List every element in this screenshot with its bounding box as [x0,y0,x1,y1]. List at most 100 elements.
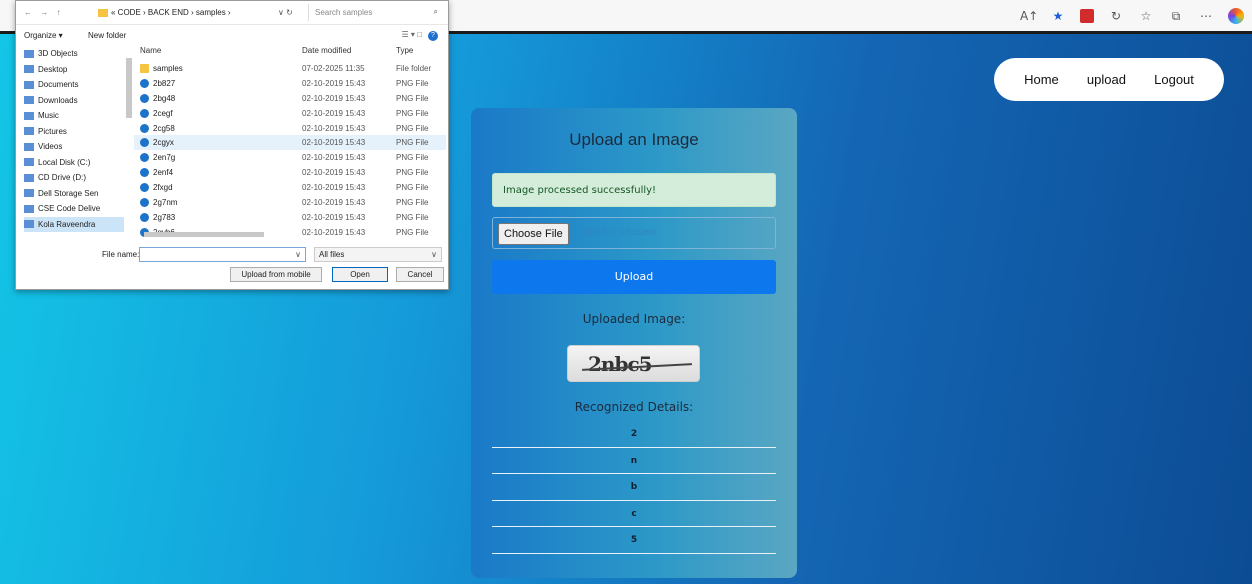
choose-file-button[interactable]: Choose File [498,223,569,245]
file-row[interactable]: 2g783 02-10-2019 15:43 PNG File [134,210,446,225]
file-row[interactable]: 2bg48 02-10-2019 15:43 PNG File [134,91,446,106]
upload-card: Upload an Image Image processed successf… [471,108,797,578]
view-icon[interactable]: ☰ ▾ □ [402,30,422,39]
nav-item-label: 3D Objects [38,49,78,59]
file-row[interactable]: 2b827 02-10-2019 15:43 PNG File [134,76,446,91]
file-row[interactable]: 2cg58 02-10-2019 15:43 PNG File [134,121,446,136]
image-file-icon [140,108,149,118]
file-type-cell: PNG File [396,183,429,193]
search-icon: ⌕ [433,7,438,16]
file-type-cell: PNG File [396,212,429,222]
file-row[interactable]: 2g7nm 02-10-2019 15:43 PNG File [134,195,446,210]
file-name-cell: 2fxgd [134,183,302,193]
file-name-cell: 2enf4 [134,168,302,178]
column-date-modified[interactable]: Date modified [302,46,396,61]
file-name-text: 2bg48 [153,93,176,103]
nav-item-label: Documents [38,80,79,90]
nav-item-cd-drive[interactable]: CD Drive (D:) [24,170,124,186]
organize-button[interactable]: Organize ▾ [24,31,63,40]
help-icon[interactable]: ? [428,31,438,41]
file-row[interactable]: 2cgyx 02-10-2019 15:43 PNG File [134,135,446,151]
file-date-cell: 02-10-2019 15:43 [302,168,366,178]
file-name-cell: 2g7nm [134,197,302,207]
nav-item-3d-objects[interactable]: 3D Objects [24,46,124,62]
file-name-label: File name: [102,250,140,259]
file-row[interactable]: samples 07-02-2025 11:35 File folder [134,61,446,76]
nav-item-cse-code[interactable]: CSE Code Delive [24,201,124,217]
file-type-filter[interactable]: All files ∨ [314,247,442,262]
nav-item-pictures[interactable]: Pictures [24,124,124,140]
column-name[interactable]: Name [134,46,302,61]
nav-item-videos[interactable]: Videos [24,139,124,155]
open-button[interactable]: Open [332,267,388,282]
collections-icon[interactable]: ⧉ [1168,9,1184,24]
file-name-input[interactable]: ∨ [139,247,306,262]
read-aloud-icon[interactable]: A↑ [1020,9,1038,23]
breadcrumb[interactable]: « CODE › BACK END › samples › [98,8,231,17]
nav-item-desktop[interactable]: Desktop [24,62,124,78]
scroll-thumb[interactable] [144,232,264,237]
nav-logout-link[interactable]: Logout [1154,72,1194,87]
cancel-button[interactable]: Cancel [396,267,444,282]
detail-row: n [492,448,776,474]
file-list-header: Name Date modified Type [134,46,446,61]
file-date-cell: 02-10-2019 15:43 [302,197,366,207]
document-icon [24,80,34,89]
file-date-cell: 02-10-2019 15:43 [302,78,366,88]
file-name-text: 2cgyx [153,138,174,148]
nav-item-kola-raveendra[interactable]: Kola Raveendra [24,216,124,232]
copilot-icon[interactable] [1228,8,1244,24]
favorite-star-icon[interactable]: ★ [1050,9,1066,23]
refresh-icon[interactable]: ↻ [1108,9,1124,23]
recognized-details-label: Recognized Details: [574,400,694,414]
nav-item-label: Desktop [38,64,68,74]
upload-button[interactable]: Upload [492,260,776,294]
nav-item-music[interactable]: Music [24,108,124,124]
nav-item-downloads[interactable]: Downloads [24,93,124,109]
nav-item-local-disk[interactable]: Local Disk (C:) [24,155,124,171]
nav-upload-link[interactable]: upload [1087,72,1126,87]
file-row[interactable]: 2cegf 02-10-2019 15:43 PNG File [134,106,446,121]
chevron-down-icon[interactable]: ∨ [431,250,437,259]
nav-home-link[interactable]: Home [1024,72,1059,87]
file-date-cell: 02-10-2019 15:43 [302,108,366,118]
extension-icon[interactable] [1080,9,1094,23]
column-type[interactable]: Type [396,46,446,61]
file-row[interactable]: 2enf4 02-10-2019 15:43 PNG File [134,165,446,180]
file-list-hscrollbar[interactable] [134,232,446,238]
upload-from-mobile-button[interactable]: Upload from mobile [230,267,322,282]
scroll-thumb[interactable] [126,58,132,118]
nav-item-label: Kola Raveendra [38,219,96,229]
file-name-text: 2en7g [153,153,176,163]
breadcrumb-text: « CODE › BACK END › samples › [111,8,231,17]
nav-item-label: Downloads [38,95,78,105]
address-bar: ← → ↑ « CODE › BACK END › samples › ∨ ↻ … [16,1,448,25]
nav-item-label: CD Drive (D:) [38,173,86,183]
file-row[interactable]: 2en7g 02-10-2019 15:43 PNG File [134,150,446,165]
pictures-icon [24,127,34,136]
file-input[interactable]: Choose File No file chosen [492,217,776,249]
search-input[interactable]: Search samples ⌕ [308,4,444,21]
back-forward-up-icons[interactable]: ← → ↑ [24,8,63,17]
page-title: Upload an Image [569,130,699,149]
new-folder-button[interactable]: New folder [88,31,126,40]
detail-row: 5 [492,527,776,554]
file-type-cell: PNG File [396,78,429,88]
file-row[interactable]: 2fxgd 02-10-2019 15:43 PNG File [134,180,446,195]
refresh-icon[interactable]: ∨ ↻ [278,8,293,17]
folder-icon [24,49,34,58]
no-file-text: No file chosen [585,227,656,238]
nav-pane-scrollbar[interactable] [126,46,132,236]
chevron-down-icon[interactable]: ∨ [295,250,301,259]
dialog-buttons: Upload from mobile Open Cancel [16,267,448,283]
file-name-cell: 2cegf [134,108,302,118]
file-name-cell: 2bg48 [134,93,302,103]
file-date-cell: 02-10-2019 15:43 [302,212,366,222]
file-type-cell: File folder [396,63,432,73]
view-options[interactable]: ☰ ▾ □? [402,30,438,41]
favorites-icon[interactable]: ☆ [1138,9,1154,23]
more-menu-icon[interactable]: ⋯ [1198,9,1214,23]
nav-item-dell-storage[interactable]: Dell Storage Sen [24,186,124,202]
file-name-cell: 2en7g [134,153,302,163]
nav-item-documents[interactable]: Documents [24,77,124,93]
